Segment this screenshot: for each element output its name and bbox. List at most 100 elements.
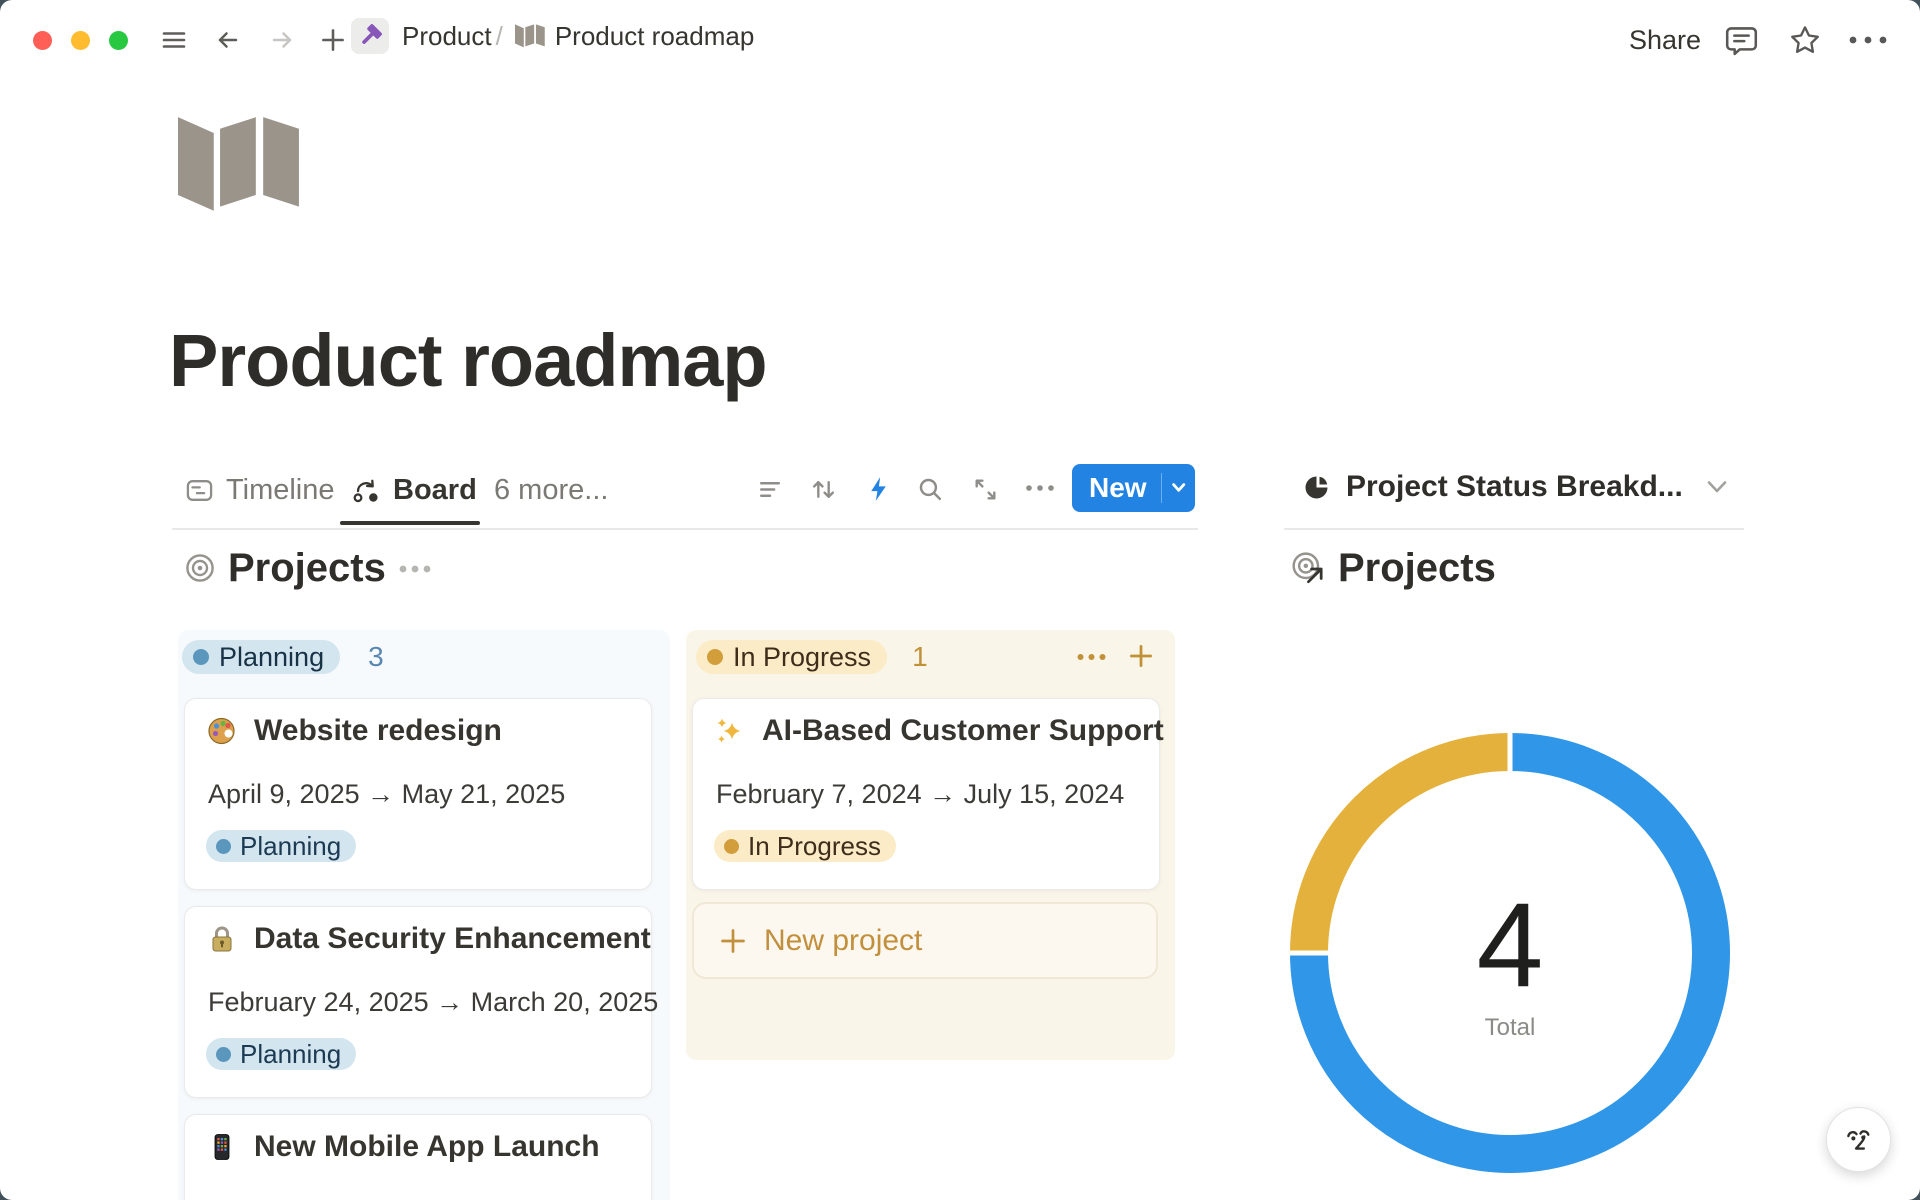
star-icon	[1789, 24, 1821, 56]
ellipsis-icon	[398, 564, 432, 574]
status-dot	[707, 649, 723, 665]
share-button[interactable]: Share	[1629, 25, 1701, 56]
chevron-down-icon	[1705, 478, 1729, 496]
app-window: Product / Product roadmap Share	[0, 0, 1920, 1200]
tabs-divider	[172, 528, 1198, 530]
column-count: 1	[912, 641, 928, 673]
target-icon	[185, 553, 215, 583]
breadcrumb-space[interactable]: Product	[402, 21, 492, 52]
comments-button[interactable]	[1725, 23, 1758, 57]
teamspace-icon-button[interactable]	[351, 18, 389, 54]
active-tab-underline	[340, 521, 480, 525]
zoom-button[interactable]	[109, 31, 128, 50]
filter-icon	[755, 475, 784, 504]
status-dot	[724, 839, 739, 854]
card-status-label: Planning	[240, 1039, 341, 1070]
plus-icon	[318, 25, 348, 55]
board-section-more-button[interactable]	[398, 564, 432, 574]
project-card[interactable]: Website redesign April 9, 2025 → May 21,…	[184, 698, 652, 890]
view-options-button[interactable]	[1025, 482, 1055, 494]
card-status-label: Planning	[240, 831, 341, 862]
card-status-badge: In Progress	[714, 830, 896, 862]
hammer-icon	[357, 23, 383, 49]
tab-board[interactable]: Board	[352, 474, 477, 507]
column-name: In Progress	[733, 642, 871, 673]
breadcrumb-page[interactable]: Product roadmap	[555, 21, 754, 52]
filter-button[interactable]	[755, 475, 784, 504]
board-column-in-progress: In Progress 1 AI	[686, 630, 1175, 1060]
forward-button[interactable]	[268, 26, 296, 54]
project-card[interactable]: AI-Based Customer Support February 7, 20…	[692, 698, 1160, 890]
card-date-range: April 9, 2025 → May 21, 2025	[208, 779, 565, 810]
map-icon	[178, 117, 300, 212]
card-status-label: In Progress	[748, 831, 881, 862]
hamburger-icon	[160, 26, 188, 54]
notion-ai-button[interactable]	[1826, 1107, 1891, 1172]
chart-view-title: Project Status Breakd...	[1346, 470, 1683, 504]
lock-emoji	[207, 924, 237, 954]
project-card[interactable]: New Mobile App Launch May 1, 2025 → May …	[184, 1114, 652, 1200]
sparkles-emoji	[715, 716, 745, 746]
chart-view-selector[interactable]: Project Status Breakd...	[1303, 470, 1729, 504]
chart-section-icon	[1291, 551, 1327, 587]
ai-face-icon	[1841, 1122, 1877, 1158]
favorite-button[interactable]	[1789, 24, 1821, 56]
card-date-range: February 24, 2025 → March 20, 2025	[208, 987, 658, 1018]
chart-total-label: Total	[1390, 1014, 1630, 1042]
ellipsis-icon	[1076, 652, 1107, 662]
palette-emoji	[207, 716, 237, 746]
expand-icon	[971, 475, 1000, 504]
lightning-icon	[864, 474, 893, 504]
search-button[interactable]	[916, 475, 945, 504]
close-button[interactable]	[33, 31, 52, 50]
status-dot	[216, 1047, 231, 1062]
chart-section-title[interactable]: Projects	[1338, 546, 1496, 591]
sort-button[interactable]	[809, 475, 838, 504]
automations-button[interactable]	[864, 474, 893, 504]
comment-icon	[1725, 23, 1758, 57]
column-count: 3	[368, 641, 384, 673]
breadcrumb-separator: /	[492, 21, 507, 52]
more-options-button[interactable]	[1846, 33, 1890, 47]
column-more-button[interactable]	[1076, 652, 1107, 662]
ellipsis-icon	[1846, 33, 1890, 47]
sidebar-menu-button[interactable]	[160, 26, 188, 54]
expand-button[interactable]	[971, 475, 1000, 504]
back-button[interactable]	[214, 26, 242, 54]
mobile-phone-emoji	[207, 1132, 237, 1162]
page-title: Product roadmap	[169, 318, 767, 403]
column-header: In Progress 1	[696, 640, 928, 674]
back-arrow-icon	[214, 26, 242, 54]
card-title: Data Security Enhancement	[254, 922, 651, 956]
column-add-button[interactable]	[1126, 641, 1156, 671]
new-button[interactable]: New	[1072, 472, 1147, 504]
column-status-pill[interactable]: Planning	[182, 640, 340, 674]
board-section-icon	[185, 553, 215, 583]
new-project-button[interactable]: New project	[692, 902, 1158, 979]
column-status-pill[interactable]: In Progress	[696, 640, 887, 674]
panel-divider	[1284, 528, 1744, 530]
pie-chart-icon	[1303, 474, 1330, 501]
tab-more[interactable]: 6 more...	[494, 474, 608, 507]
board-section-title[interactable]: Projects	[228, 546, 386, 591]
search-icon	[916, 475, 945, 504]
ellipsis-icon	[1025, 482, 1055, 494]
card-status-badge: Planning	[206, 1038, 356, 1070]
plus-icon	[1126, 641, 1156, 671]
tab-timeline-label: Timeline	[226, 474, 335, 507]
minimize-button[interactable]	[71, 31, 90, 50]
project-card[interactable]: Data Security Enhancement February 24, 2…	[184, 906, 652, 1098]
new-tab-button[interactable]	[318, 25, 348, 55]
column-header: Planning 3	[182, 640, 384, 674]
target-link-icon	[1291, 551, 1327, 587]
tab-board-label: Board	[393, 474, 477, 507]
map-page-icon	[515, 23, 545, 49]
column-name: Planning	[219, 642, 324, 673]
chevron-down-icon[interactable]	[1162, 480, 1195, 496]
page-icon[interactable]	[178, 117, 300, 212]
breadcrumb: Product / Product roadmap	[351, 18, 754, 54]
timeline-icon	[185, 476, 214, 505]
card-title: New Mobile App Launch	[254, 1130, 600, 1164]
tab-timeline[interactable]: Timeline	[185, 474, 335, 507]
card-status-badge: Planning	[206, 830, 356, 862]
